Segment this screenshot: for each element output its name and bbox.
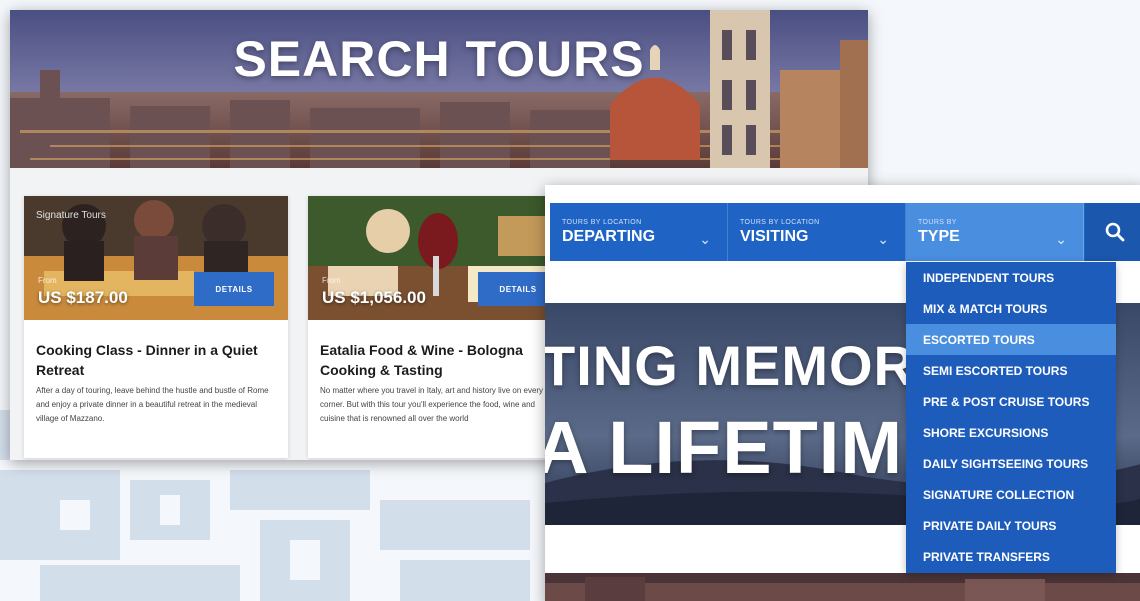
nav-visiting-caption: TOURS BY LOCATION <box>740 219 820 226</box>
hero-headline-line2: A LIFETIM <box>545 406 903 489</box>
town-photo-strip <box>545 573 1140 601</box>
dropdown-item-pre-post-cruise-tours[interactable]: PRE & POST CRUISE TOURS <box>906 386 1116 417</box>
price: US $187.00 <box>38 288 128 307</box>
nav-departing[interactable]: TOURS BY LOCATION DEPARTING ⌄ <box>550 203 728 261</box>
tour-image: Signature Tours From US $187.00 DETAILS <box>24 196 288 320</box>
price-label: From <box>38 276 57 285</box>
hero-headline-line1: TING MEMOR <box>545 334 915 397</box>
tour-title[interactable]: Cooking Class - Dinner in a Quiet Retrea… <box>36 340 276 380</box>
nav-visiting[interactable]: TOURS BY LOCATION VISITING ⌄ <box>728 203 906 261</box>
nav-type-caption: TOURS BY <box>918 219 957 226</box>
nav-departing-caption: TOURS BY LOCATION <box>562 219 642 226</box>
chevron-down-icon: ⌄ <box>1055 231 1067 247</box>
tour-title[interactable]: Eatalia Food & Wine - Bologna Cooking & … <box>320 340 560 380</box>
tour-nav-bar: TOURS BY LOCATION DEPARTING ⌄ TOURS BY L… <box>550 203 1140 261</box>
dropdown-item-private-daily-tours[interactable]: PRIVATE DAILY TOURS <box>906 510 1116 541</box>
dropdown-item-escorted-tours[interactable]: ESCORTED TOURS <box>906 324 1116 355</box>
tour-card[interactable]: Signature Tours From US $187.00 DETAILS … <box>24 196 288 458</box>
tour-description: After a day of touring, leave behind the… <box>36 386 269 423</box>
price-label: From <box>322 276 341 285</box>
tour-description: No matter where you travel in Italy, art… <box>320 386 544 423</box>
search-icon <box>1105 222 1125 242</box>
page-title: SEARCH TOURS <box>233 31 645 87</box>
dropdown-item-private-transfers[interactable]: PRIVATE TRANSFERS <box>906 541 1116 572</box>
details-button[interactable]: DETAILS <box>194 272 274 306</box>
dropdown-item-semi-escorted-tours[interactable]: SEMI ESCORTED TOURS <box>906 355 1116 386</box>
hero-banner: SEARCH TOURS <box>10 10 868 168</box>
tour-category-tag: Signature Tours <box>36 210 106 221</box>
dropdown-item-signature-collection[interactable]: SIGNATURE COLLECTION <box>906 479 1116 510</box>
footer-image-strip <box>545 573 1140 601</box>
tour-card[interactable]: From US $1,056.00 DETAILS Eatalia Food &… <box>308 196 572 458</box>
dropdown-item-mix-match-tours[interactable]: MIX & MATCH TOURS <box>906 293 1116 324</box>
dropdown-item-shore-excursions[interactable]: SHORE EXCURSIONS <box>906 417 1116 448</box>
chevron-down-icon: ⌄ <box>699 231 711 247</box>
dropdown-item-daily-sightseeing-tours[interactable]: DAILY SIGHTSEEING TOURS <box>906 448 1116 479</box>
tour-image: From US $1,056.00 DETAILS <box>308 196 572 320</box>
tour-type-dropdown: INDEPENDENT TOURS MIX & MATCH TOURS ESCO… <box>906 262 1116 573</box>
nav-type[interactable]: TOURS BY TYPE ⌄ <box>906 203 1084 261</box>
price: US $1,056.00 <box>322 288 426 307</box>
dropdown-item-independent-tours[interactable]: INDEPENDENT TOURS <box>906 262 1116 293</box>
chevron-down-icon: ⌄ <box>877 231 889 247</box>
search-button[interactable] <box>1085 203 1140 261</box>
